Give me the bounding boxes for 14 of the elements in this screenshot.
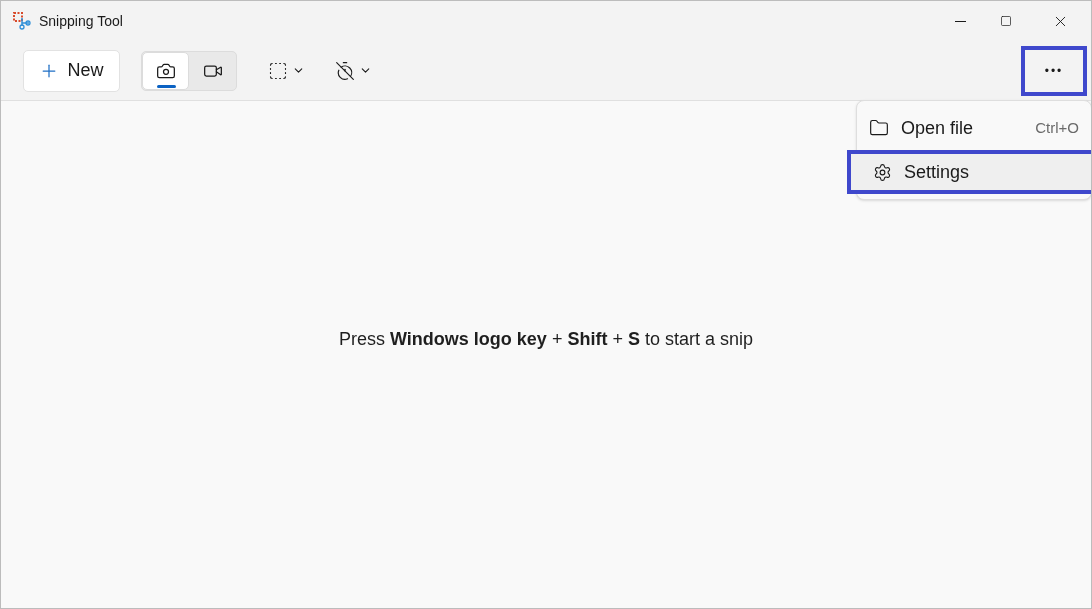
instruction-text: Press Windows logo key + Shift + S to start a snip bbox=[339, 328, 753, 351]
new-button[interactable]: New bbox=[23, 49, 120, 92]
folder-icon bbox=[869, 118, 889, 138]
menu-item[interactable]: Open file Ctrl+O bbox=[857, 106, 1091, 150]
mode-tab[interactable] bbox=[142, 51, 189, 90]
timer-off-icon bbox=[335, 60, 355, 81]
window-title: Snipping Tool bbox=[39, 11, 123, 31]
rectangle-icon bbox=[268, 60, 288, 81]
maximize-icon bbox=[1000, 15, 1012, 27]
settings-icon bbox=[873, 162, 892, 182]
minimize-icon bbox=[954, 20, 966, 22]
more-button[interactable]: ••• bbox=[1021, 45, 1087, 96]
menu-item[interactable]: Settings bbox=[847, 150, 1091, 194]
app-logo-icon bbox=[13, 12, 31, 30]
